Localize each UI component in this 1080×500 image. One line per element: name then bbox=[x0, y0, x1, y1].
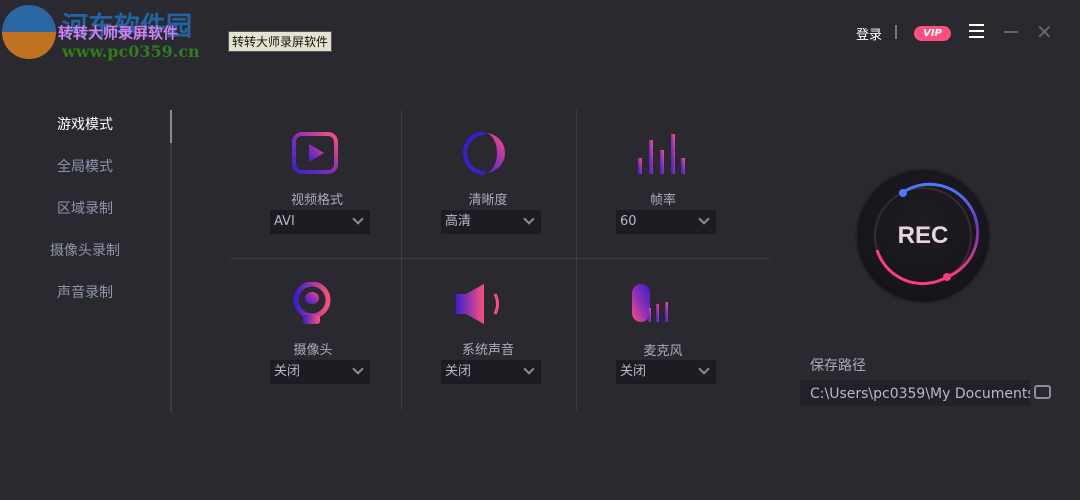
sidebar-scrollbar[interactable] bbox=[170, 110, 172, 413]
sidebar-item-camera-record[interactable]: 摄像头录制 bbox=[30, 240, 140, 260]
clarity-value: 高清 bbox=[445, 214, 472, 229]
system-sound-value: 关闭 bbox=[445, 364, 472, 379]
grid-divider bbox=[401, 110, 402, 410]
login-link[interactable]: 登录 bbox=[856, 24, 882, 43]
grid-divider bbox=[230, 258, 770, 259]
frame-rate-label: 帧率 bbox=[649, 193, 676, 208]
record-label: REC bbox=[897, 222, 949, 249]
sidebar-item-game-mode[interactable]: 游戏模式 bbox=[30, 114, 140, 134]
clarity-icon bbox=[463, 132, 505, 175]
sidebar-item-global-mode[interactable]: 全局模式 bbox=[30, 156, 140, 176]
camera-label: 摄像头 bbox=[293, 343, 333, 358]
microphone-label: 麦克风 bbox=[643, 344, 683, 359]
video-play-icon bbox=[292, 132, 338, 174]
vip-button[interactable]: VIP bbox=[914, 26, 951, 41]
menu-icon[interactable] bbox=[969, 24, 984, 42]
minimize-button[interactable] bbox=[1004, 31, 1018, 33]
close-button[interactable]: ✕ bbox=[1036, 22, 1053, 42]
frame-rate-value: 60 bbox=[620, 214, 637, 229]
save-path-label: 保存路径 bbox=[810, 358, 866, 374]
speaker-icon bbox=[456, 284, 499, 324]
clarity-label: 清晰度 bbox=[468, 193, 508, 208]
header-divider bbox=[895, 25, 897, 39]
camera-value: 关闭 bbox=[274, 364, 301, 379]
clarity-select[interactable]: 高清 bbox=[441, 210, 541, 234]
video-format-label: 视频格式 bbox=[290, 193, 343, 208]
system-sound-label: 系统声音 bbox=[461, 343, 514, 358]
save-path-field[interactable]: C:\Users\pc0359\My Documents\ bbox=[800, 380, 1030, 406]
watermark-url: www.pc0359.cn bbox=[62, 42, 200, 61]
video-format-select[interactable]: AVI bbox=[270, 210, 370, 234]
app-title: 转转大师录屏软件 bbox=[58, 24, 179, 42]
system-sound-select[interactable]: 关闭 bbox=[441, 360, 541, 384]
frame-rate-select[interactable]: 60 bbox=[616, 210, 716, 234]
title-tooltip: 转转大师录屏软件 bbox=[228, 31, 333, 52]
folder-icon[interactable] bbox=[1034, 385, 1051, 399]
record-button[interactable]: REC bbox=[857, 170, 989, 302]
camera-select[interactable]: 关闭 bbox=[270, 360, 370, 384]
microphone-select[interactable]: 关闭 bbox=[616, 360, 716, 384]
grid-divider bbox=[576, 110, 577, 410]
sidebar-scroll-thumb[interactable] bbox=[170, 110, 172, 143]
sidebar-item-region-record[interactable]: 区域录制 bbox=[30, 198, 140, 218]
microphone-value: 关闭 bbox=[620, 364, 647, 379]
video-format-value: AVI bbox=[274, 214, 295, 229]
watermark-logo bbox=[2, 5, 56, 59]
webcam-icon bbox=[293, 282, 331, 324]
sidebar-item-audio-record[interactable]: 声音录制 bbox=[30, 282, 140, 302]
microphone-icon bbox=[632, 284, 668, 322]
frame-rate-bars-icon bbox=[638, 134, 685, 174]
